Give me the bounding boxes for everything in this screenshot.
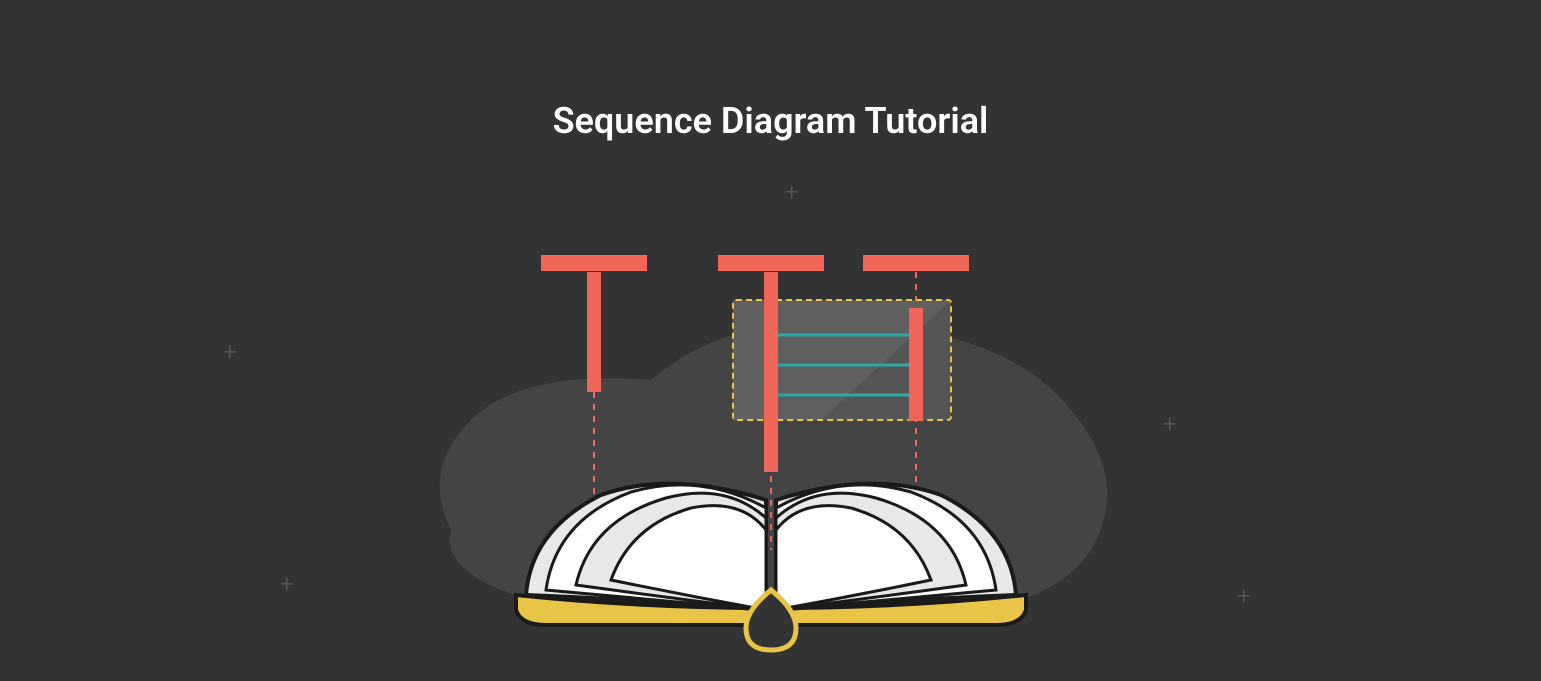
- book-sequence-diagram-illustration: [371, 220, 1171, 660]
- activation-bar: [587, 272, 601, 392]
- decorative-plus-icon: +: [1237, 582, 1251, 610]
- page-title: Sequence Diagram Tutorial: [553, 100, 989, 142]
- decorative-plus-icon: +: [280, 570, 294, 598]
- decorative-plus-icon: +: [785, 178, 799, 206]
- participant-header: [541, 255, 647, 271]
- participant-header: [863, 255, 969, 271]
- activation-bar: [909, 308, 923, 421]
- activation-bar: [764, 272, 778, 472]
- decorative-plus-icon: +: [223, 338, 237, 366]
- participant-header: [718, 255, 824, 271]
